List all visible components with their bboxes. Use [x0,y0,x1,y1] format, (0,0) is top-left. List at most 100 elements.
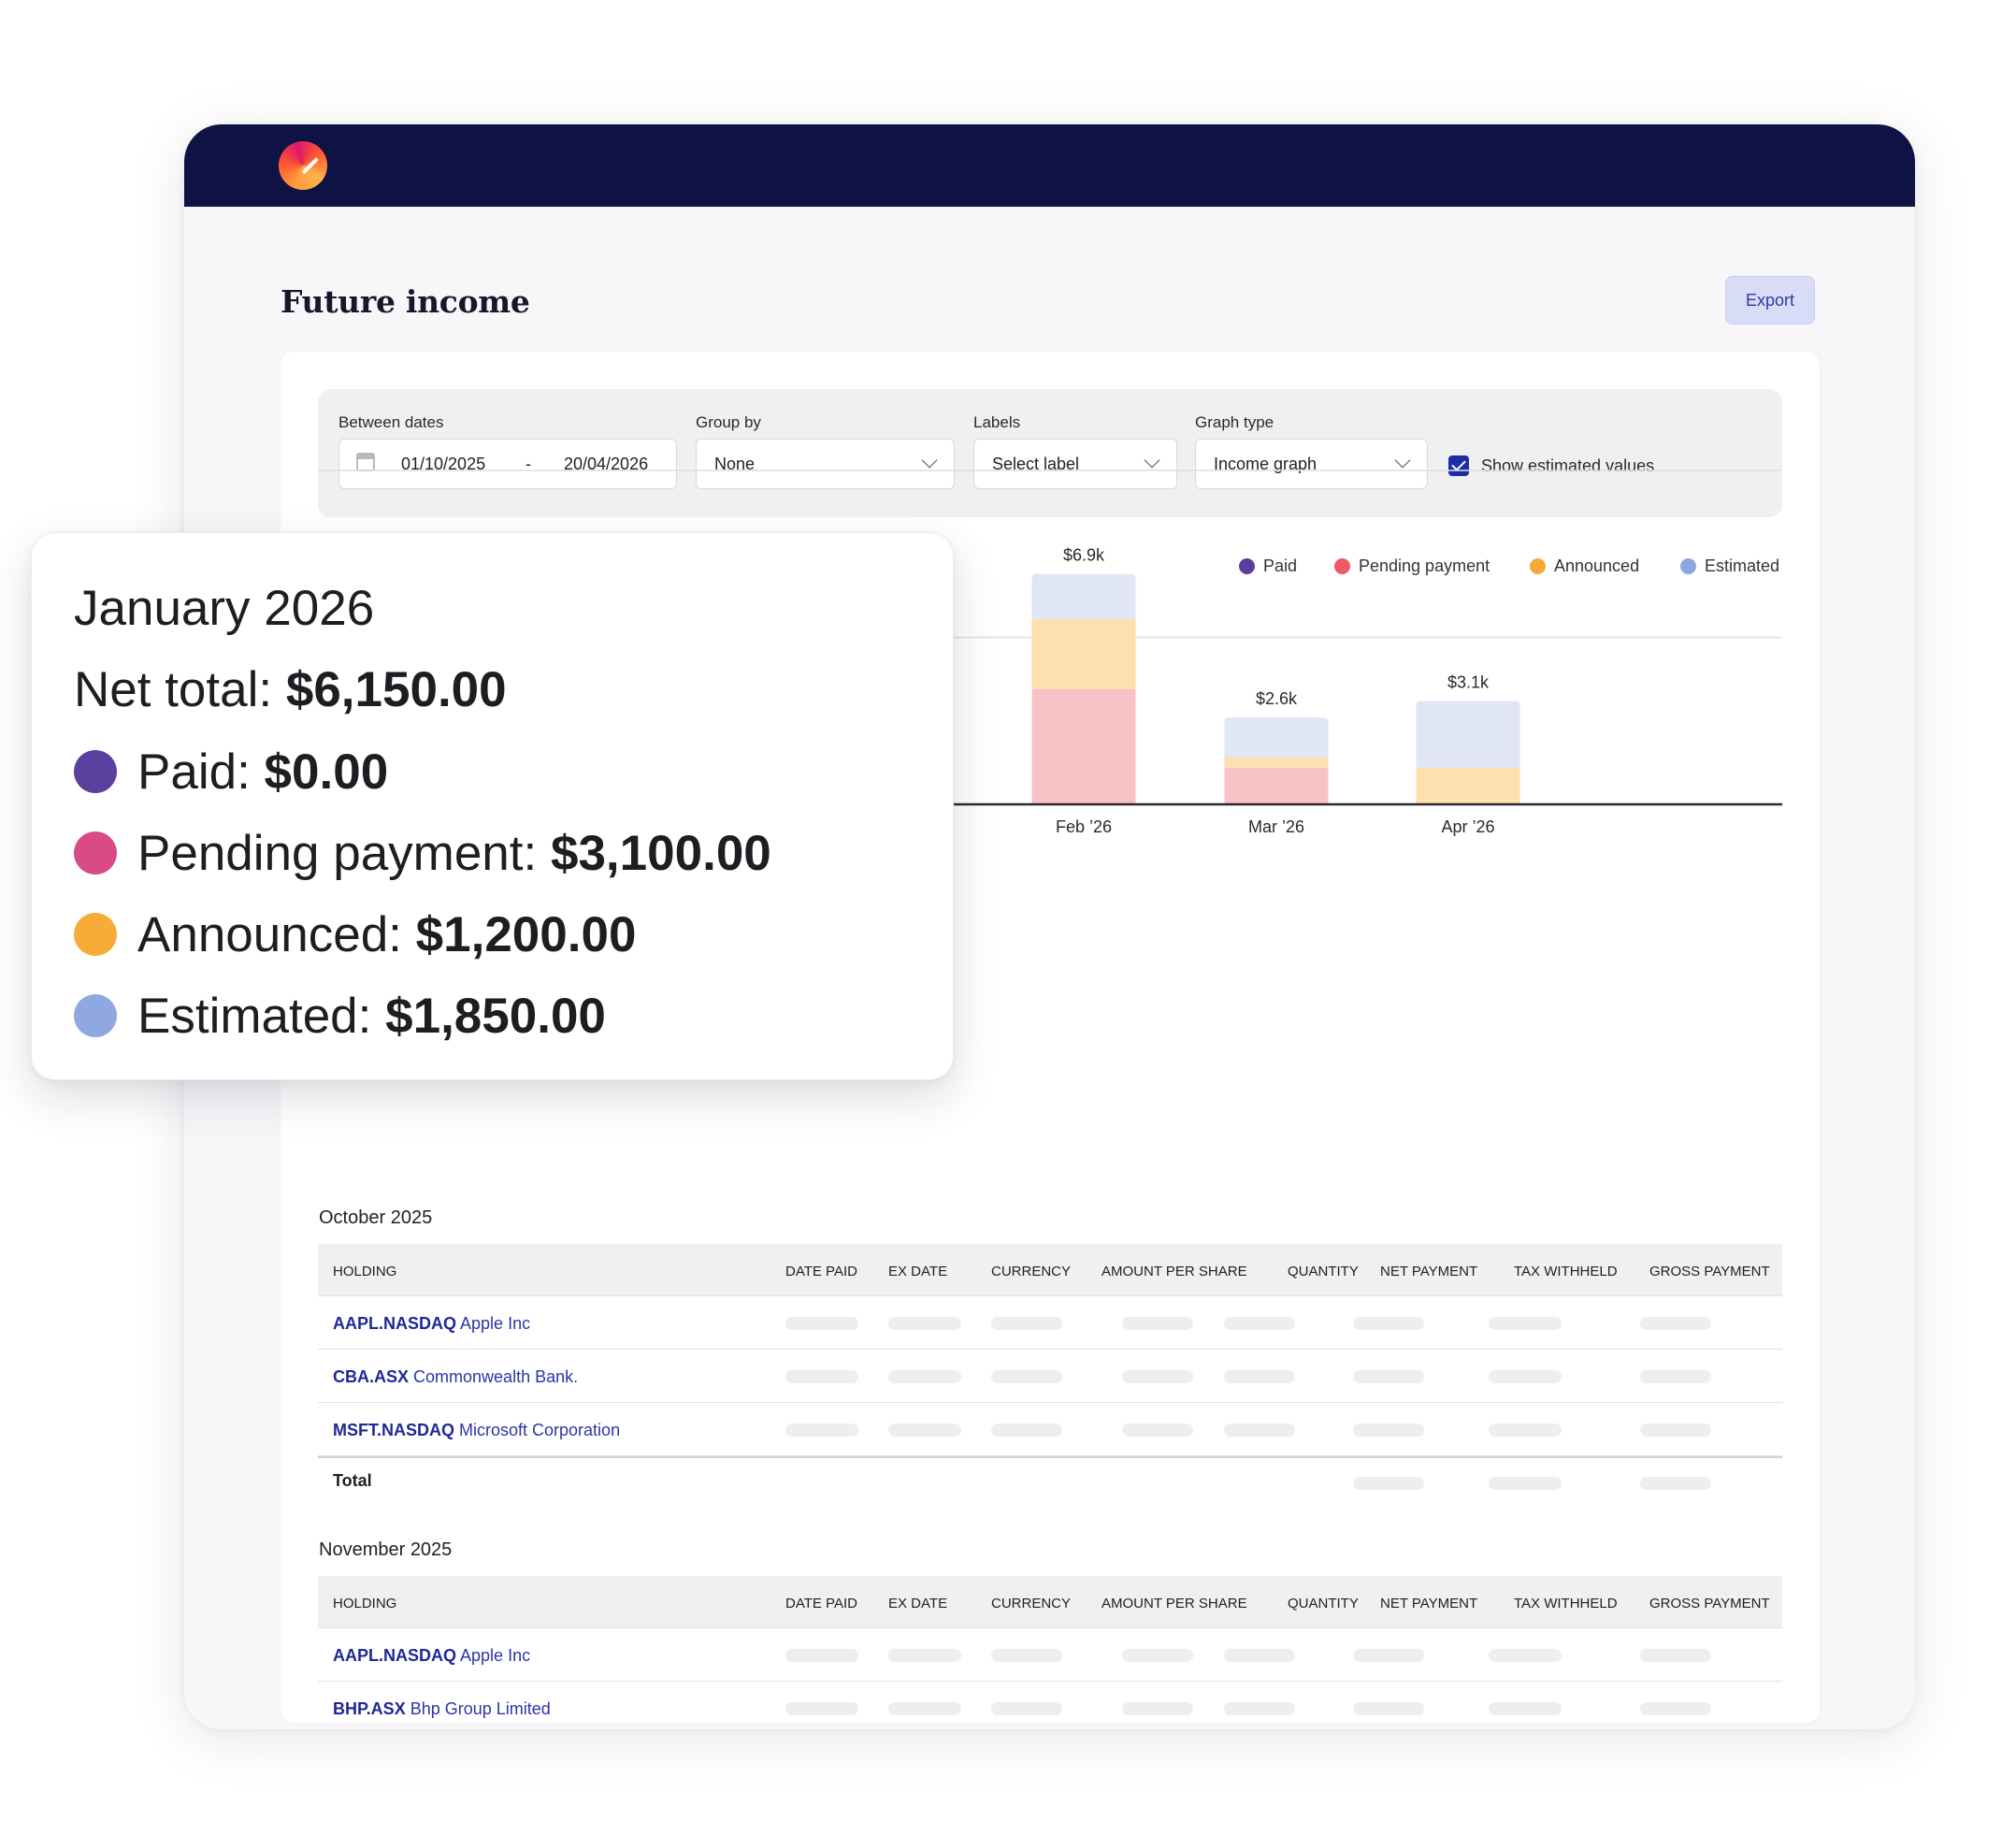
column-header[interactable]: AMOUNT PER SHARE [1102,1596,1247,1611]
loading-placeholder [1353,1477,1424,1490]
bar-segment [1031,618,1136,689]
chart-tooltip-card: January 2026 Net total: $6,150.00 Paid: … [31,532,954,1080]
bar-segment [1224,758,1329,768]
bar-segment [1416,701,1520,768]
loading-placeholder [1224,1702,1295,1715]
column-header[interactable]: GROSS PAYMENT [1649,1596,1770,1611]
table-header: HOLDING DATE PAID EX DATE CURRENCY AMOUNT PE… [318,1244,1782,1296]
holding-link[interactable]: AAPL.NASDAQ Apple Inc [333,1646,530,1666]
loading-placeholder [888,1702,961,1715]
holding-name[interactable]: Apple Inc [460,1646,530,1665]
loading-placeholder [1224,1424,1295,1437]
tooltip-net-total: Net total: $6,150.00 [74,661,507,718]
holding-code[interactable]: MSFT.NASDAQ [333,1421,454,1439]
loading-placeholder [1122,1370,1193,1383]
holding-code[interactable]: AAPL.NASDAQ [333,1314,456,1333]
column-header[interactable]: NET PAYMENT [1380,1596,1477,1611]
holding-link[interactable]: AAPL.NASDAQ Apple Inc [333,1314,530,1334]
holding-code[interactable]: CBA.ASX [333,1367,409,1386]
loading-placeholder [888,1317,961,1330]
loading-placeholder [1353,1424,1424,1437]
loading-placeholder [1489,1317,1562,1330]
column-header[interactable]: CURRENCY [991,1264,1071,1279]
bar-segment [1224,767,1329,804]
column-header[interactable]: TAX WITHHELD [1514,1264,1618,1279]
column-header[interactable]: HOLDING [333,1264,396,1279]
month-heading: November 2025 [319,1539,453,1560]
column-header[interactable]: DATE PAID [785,1264,857,1279]
loading-placeholder [1353,1702,1424,1715]
table-row[interactable]: BHP.ASX Bhp Group Limited [318,1682,1782,1729]
top-navbar [184,124,1915,207]
loading-placeholder [1353,1370,1424,1383]
tooltip-row-value: $3,100.00 [550,825,771,881]
loading-placeholder [785,1317,858,1330]
tooltip-dot-estimated [74,994,117,1037]
loading-placeholder [1224,1649,1295,1662]
loading-placeholder [1640,1649,1711,1662]
x-tick-label: Apr ’26 [1441,817,1494,836]
export-button[interactable]: Export [1725,276,1815,325]
column-header[interactable]: EX DATE [888,1596,947,1611]
loading-placeholder [1224,1370,1295,1383]
loading-placeholder [888,1370,961,1383]
tooltip-dot-announced [74,913,117,956]
table-row[interactable]: AAPL.NASDAQ Apple Inc [318,1296,1782,1350]
tooltip-row-label: Estimated: [137,988,372,1044]
loading-placeholder [785,1649,858,1662]
loading-placeholder [1353,1649,1424,1662]
table-row[interactable]: AAPL.NASDAQ Apple Inc [318,1628,1782,1682]
column-header[interactable]: TAX WITHHELD [1514,1596,1618,1611]
column-header[interactable]: HOLDING [333,1596,396,1611]
table-row[interactable]: MSFT.NASDAQ Microsoft Corporation [318,1403,1782,1456]
app-logo-icon[interactable] [279,141,327,190]
total-label: Total [333,1471,372,1490]
loading-placeholder [991,1370,1062,1383]
loading-placeholder [1640,1317,1711,1330]
column-header[interactable]: EX DATE [888,1264,947,1279]
column-header[interactable]: DATE PAID [785,1596,857,1611]
loading-placeholder [888,1649,961,1662]
loading-placeholder [1489,1370,1562,1383]
loading-placeholder [1489,1649,1562,1662]
column-header[interactable]: NET PAYMENT [1380,1264,1477,1279]
loading-placeholder [1353,1317,1424,1330]
column-header[interactable]: CURRENCY [991,1596,1071,1611]
holding-name[interactable]: Commonwealth Bank. [413,1367,578,1386]
loading-placeholder [785,1702,858,1715]
loading-placeholder [1122,1317,1193,1330]
column-header[interactable]: QUANTITY [1288,1264,1359,1279]
tooltip-row-announced: Announced: $1,200.00 [74,906,636,962]
tooltip-title: January 2026 [74,581,375,636]
column-header[interactable]: QUANTITY [1288,1596,1359,1611]
tooltip-dot-paid [74,750,117,793]
tooltip-row-label: Pending payment: [137,825,538,881]
x-tick-label: Feb ’26 [1056,817,1112,836]
loading-placeholder [1640,1370,1711,1383]
bar-total-label: $6.9k [1063,546,1105,565]
holding-link[interactable]: CBA.ASX Commonwealth Bank. [333,1367,578,1387]
holding-name[interactable]: Bhp Group Limited [410,1699,551,1718]
table-header: HOLDING DATE PAID EX DATE CURRENCY AMOUNT PE… [318,1576,1782,1628]
holding-name[interactable]: Microsoft Corporation [459,1421,620,1439]
bar-total-label: $3.1k [1447,672,1490,691]
bar-segment [1224,717,1329,759]
holding-link[interactable]: BHP.ASX Bhp Group Limited [333,1699,551,1719]
loading-placeholder [991,1424,1062,1437]
tooltip-row-value: $1,850.00 [385,988,606,1044]
loading-placeholder [1224,1317,1295,1330]
income-table-october: HOLDING DATE PAID EX DATE CURRENCY AMOUNT PE… [318,1244,1782,1496]
holding-code[interactable]: AAPL.NASDAQ [333,1646,456,1665]
loading-placeholder [991,1702,1062,1715]
column-header[interactable]: GROSS PAYMENT [1649,1264,1770,1279]
table-row[interactable]: CBA.ASX Commonwealth Bank. [318,1350,1782,1403]
tooltip-net-total-value: $6,150.00 [285,662,507,717]
holding-name[interactable]: Apple Inc [460,1314,530,1333]
x-tick-label: Mar ’26 [1248,817,1304,836]
loading-placeholder [785,1370,858,1383]
holding-link[interactable]: MSFT.NASDAQ Microsoft Corporation [333,1421,620,1440]
holding-code[interactable]: BHP.ASX [333,1699,406,1718]
column-header[interactable]: AMOUNT PER SHARE [1102,1264,1247,1279]
bar-total-label: $2.6k [1256,689,1298,708]
loading-placeholder [1122,1649,1193,1662]
